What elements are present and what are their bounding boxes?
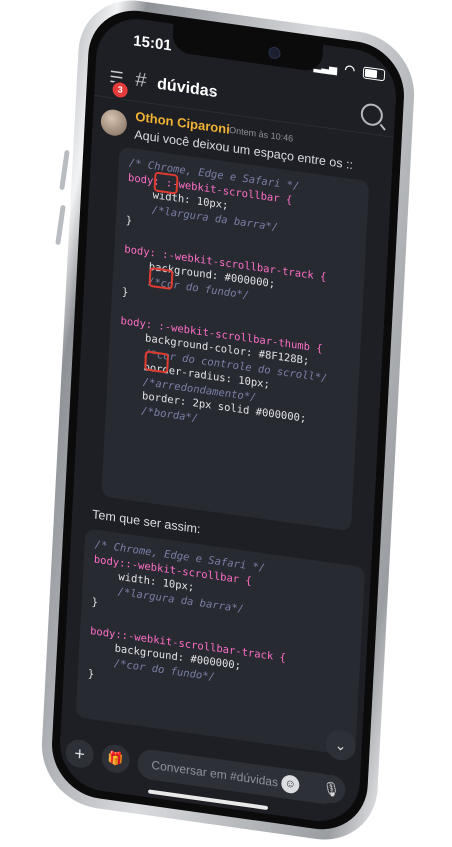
front-camera bbox=[268, 46, 281, 60]
status-time: 15:01 bbox=[132, 32, 173, 55]
app-screen: 15:01 🔕 ▂▃▅ ◠ ☰ 3 # dúvidas › bbox=[57, 13, 399, 827]
battery-icon bbox=[362, 66, 386, 82]
code-block-wrong: /* Chrome, Edge e Safari */ body: :-webk… bbox=[101, 146, 370, 532]
phone-mockup: 15:01 🔕 ▂▃▅ ◠ ☰ 3 # dúvidas › bbox=[0, 0, 452, 847]
phone-frame: 15:01 🔕 ▂▃▅ ◠ ☰ 3 # dúvidas › bbox=[38, 0, 418, 847]
wifi-icon: ◠ bbox=[344, 61, 356, 78]
chevron-right-icon[interactable]: › bbox=[209, 83, 215, 100]
error-highlight bbox=[148, 266, 174, 291]
avatar[interactable] bbox=[100, 107, 128, 138]
volume-button bbox=[55, 204, 66, 246]
error-highlight bbox=[144, 350, 170, 374]
message-timestamp: Ontem às 10:46 bbox=[228, 124, 294, 144]
code-block-correct: /* Chrome, Edge e Safari */ body::-webki… bbox=[75, 528, 366, 757]
volume-button bbox=[59, 149, 70, 191]
unread-badge: 3 bbox=[110, 79, 131, 101]
hash-icon: # bbox=[134, 68, 147, 93]
phone-bezel: 15:01 🔕 ▂▃▅ ◠ ☰ 3 # dúvidas › bbox=[49, 4, 407, 836]
gift-icon[interactable]: 🎁 bbox=[100, 742, 131, 775]
plus-icon[interactable]: + bbox=[64, 737, 95, 770]
error-highlight bbox=[153, 171, 179, 195]
message-input[interactable]: Conversar em #dúvidas bbox=[136, 747, 339, 806]
search-icon[interactable] bbox=[360, 102, 384, 128]
